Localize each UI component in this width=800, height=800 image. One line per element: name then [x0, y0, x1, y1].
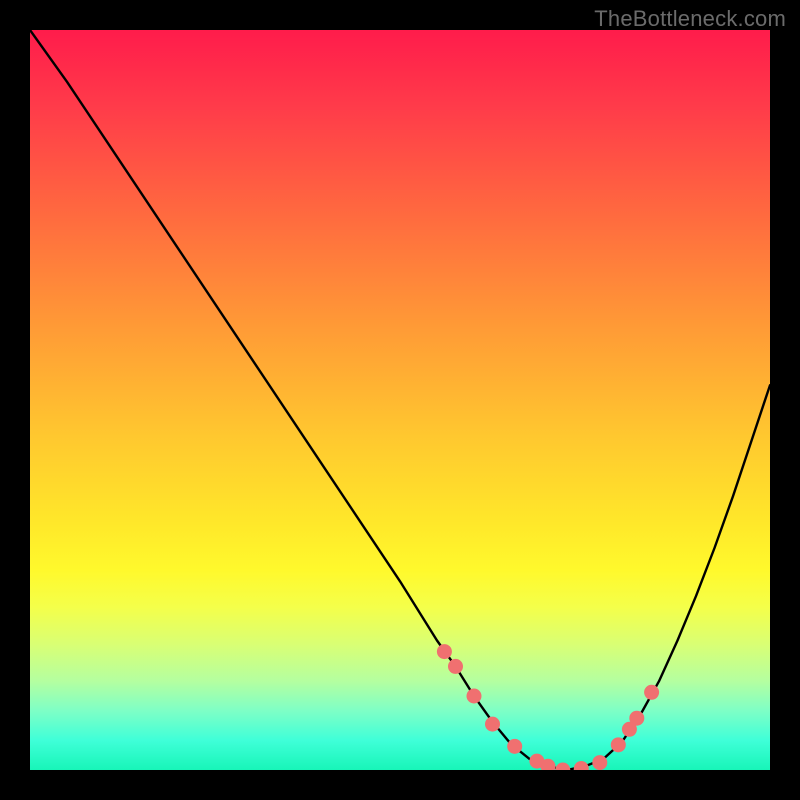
- marker-dot: [629, 711, 644, 726]
- marker-dot: [437, 644, 452, 659]
- marker-dot: [611, 737, 626, 752]
- marker-dot: [485, 717, 500, 732]
- chart-container: TheBottleneck.com: [0, 0, 800, 800]
- marker-dot: [467, 689, 482, 704]
- marker-dot: [448, 659, 463, 674]
- marker-dot: [555, 763, 570, 771]
- marker-dot: [507, 739, 522, 754]
- plot-area: [30, 30, 770, 770]
- watermark-text: TheBottleneck.com: [594, 6, 786, 32]
- marker-dot: [644, 685, 659, 700]
- marker-group: [437, 644, 659, 770]
- marker-dot: [592, 755, 607, 770]
- chart-svg: [30, 30, 770, 770]
- marker-dot: [574, 761, 589, 770]
- curve-line: [30, 30, 770, 770]
